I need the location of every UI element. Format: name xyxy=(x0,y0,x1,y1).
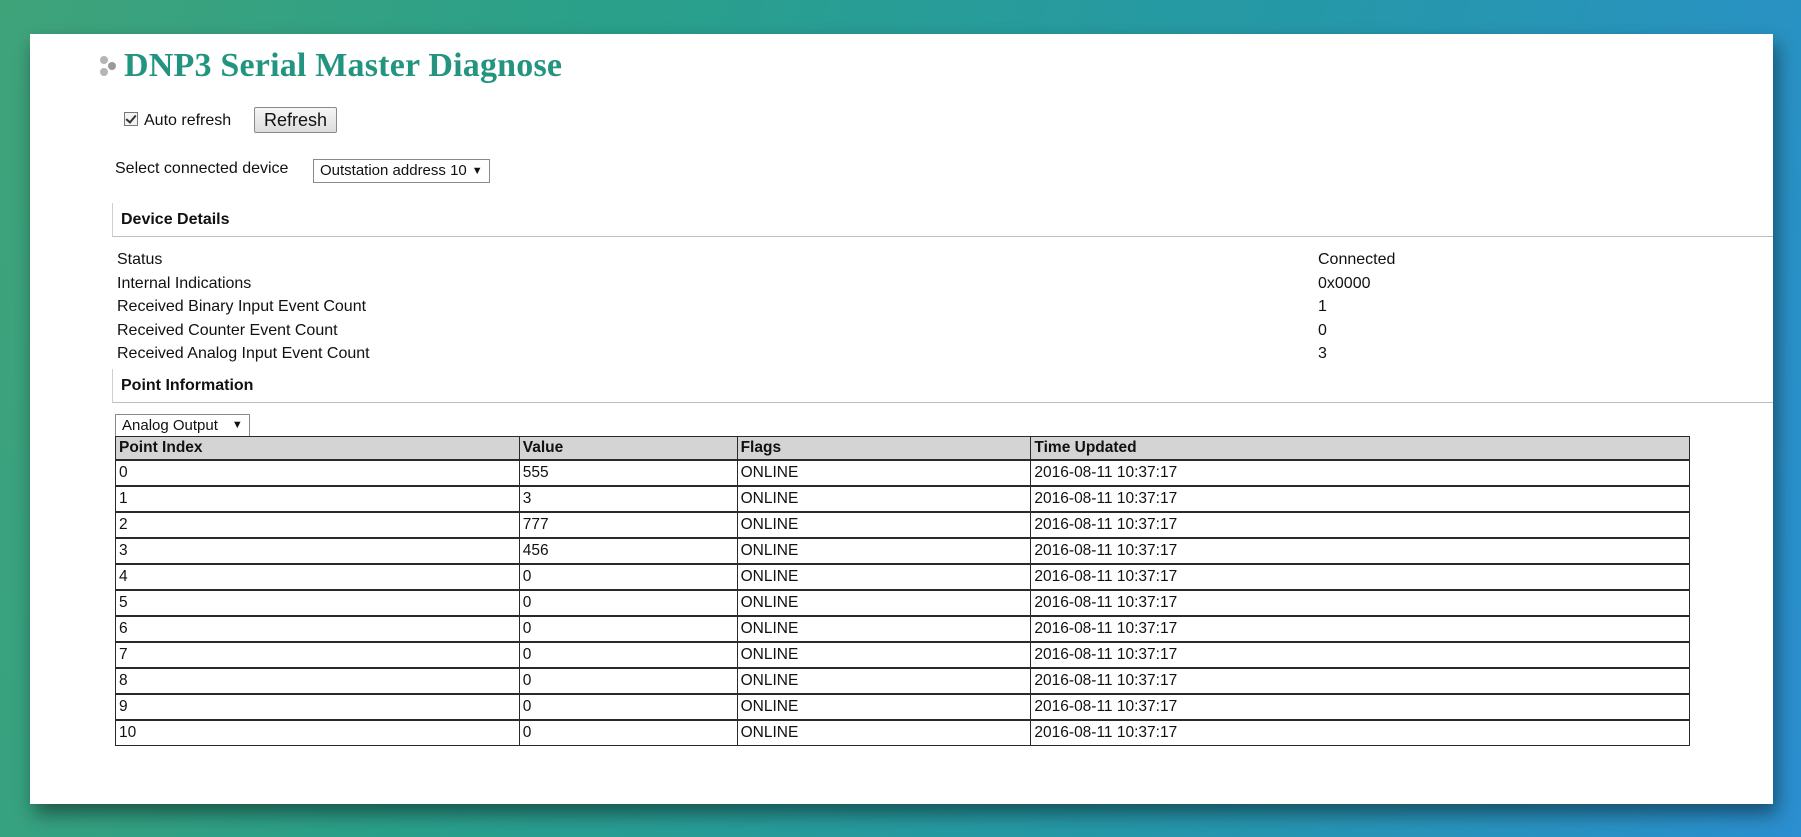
detail-value: 3 xyxy=(1318,345,1327,362)
table-cell: 2016-08-11 10:37:17 xyxy=(1030,692,1690,720)
table-cell: 2016-08-11 10:37:17 xyxy=(1030,588,1690,616)
table-cell: 2016-08-11 10:37:17 xyxy=(1030,718,1690,746)
detail-row: Status Connected xyxy=(117,248,1417,272)
detail-label: Received Binary Input Event Count xyxy=(117,298,367,315)
table-cell: 6 xyxy=(115,614,520,642)
table-cell: 456 xyxy=(518,536,738,564)
column-header: Time Updated xyxy=(1030,436,1690,461)
table-row: 3 456 ONLINE 2016-08-11 10:37:17 xyxy=(115,536,1690,564)
device-select[interactable]: Outstation address 10 ▼ xyxy=(313,159,490,183)
point-information-header: Point Information xyxy=(112,369,1773,403)
table-cell: 555 xyxy=(518,458,738,486)
auto-refresh-checkbox[interactable] xyxy=(124,112,138,126)
device-select-value: Outstation address 10 xyxy=(320,162,467,179)
table-cell: 2016-08-11 10:37:17 xyxy=(1030,666,1690,694)
table-cell: 3 xyxy=(518,484,738,512)
table-cell: ONLINE xyxy=(736,666,1032,694)
table-row: 6 0 ONLINE 2016-08-11 10:37:17 xyxy=(115,614,1690,642)
detail-value: Connected xyxy=(1318,251,1396,268)
auto-refresh-label: Auto refresh xyxy=(144,112,232,129)
table-cell: 2016-08-11 10:37:17 xyxy=(1030,562,1690,590)
page-title: DNP3 Serial Master Diagnose xyxy=(98,44,562,88)
device-details-header: Device Details xyxy=(112,203,1773,237)
dots-icon xyxy=(98,51,120,81)
table-cell: 2016-08-11 10:37:17 xyxy=(1030,458,1690,486)
table-row: 8 0 ONLINE 2016-08-11 10:37:17 xyxy=(115,666,1690,694)
table-cell: 7 xyxy=(115,640,520,668)
table-cell: 0 xyxy=(518,614,738,642)
column-header: Value xyxy=(518,436,738,461)
table-cell: ONLINE xyxy=(736,614,1032,642)
table-cell: 1 xyxy=(115,484,520,512)
point-type-select-value: Analog Output xyxy=(122,417,218,434)
auto-refresh-control[interactable]: Auto refresh xyxy=(124,112,231,130)
column-header: Flags xyxy=(736,436,1032,461)
detail-row: Received Binary Input Event Count 1 xyxy=(117,295,1417,319)
point-table: Point Index Value Flags Time Updated 0 555 ON… xyxy=(115,436,1690,746)
table-cell: 9 xyxy=(115,692,520,720)
detail-label: Status xyxy=(117,251,163,268)
detail-value: 0 xyxy=(1318,321,1327,339)
detail-value: 1 xyxy=(1318,298,1327,315)
table-cell: ONLINE xyxy=(736,588,1032,616)
table-cell: 2016-08-11 10:37:17 xyxy=(1030,614,1690,642)
table-cell: 2016-08-11 10:37:17 xyxy=(1030,484,1690,512)
table-row: 0 555 ONLINE 2016-08-11 10:37:17 xyxy=(115,458,1690,486)
caret-down-icon: ▼ xyxy=(231,419,243,431)
main-panel: DNP3 Serial Master Diagnose Auto refresh… xyxy=(30,34,1773,804)
detail-row: Received Counter Event Count 0 xyxy=(117,319,1417,343)
device-select-label: Select connected device xyxy=(115,160,289,177)
table-cell: 0 xyxy=(518,562,738,590)
detail-label: Received Counter Event Count xyxy=(117,321,338,339)
table-cell: ONLINE xyxy=(736,458,1032,486)
detail-row: Received Analog Input Event Count 3 xyxy=(117,342,1417,366)
table-cell: 3 xyxy=(115,536,520,564)
table-row: 7 0 ONLINE 2016-08-11 10:37:17 xyxy=(115,640,1690,668)
table-cell: ONLINE xyxy=(736,484,1032,512)
refresh-button[interactable]: Refresh xyxy=(254,107,338,133)
detail-label: Received Analog Input Event Count xyxy=(117,345,370,362)
table-cell: ONLINE xyxy=(736,718,1032,746)
table-cell: ONLINE xyxy=(736,562,1032,590)
table-cell: ONLINE xyxy=(736,536,1032,564)
table-cell: 4 xyxy=(115,562,520,590)
table-cell: 2016-08-11 10:37:17 xyxy=(1030,510,1690,538)
table-cell: ONLINE xyxy=(736,692,1032,720)
detail-row: Internal Indications 0x0000 xyxy=(117,272,1417,296)
table-cell: ONLINE xyxy=(736,510,1032,538)
column-header: Point Index xyxy=(115,436,520,461)
caret-down-icon: ▼ xyxy=(471,165,483,177)
table-row: 10 0 ONLINE 2016-08-11 10:37:17 xyxy=(115,718,1690,746)
table-cell: 0 xyxy=(518,666,738,694)
table-cell: 2016-08-11 10:37:17 xyxy=(1030,536,1690,564)
detail-label: Internal Indications xyxy=(117,274,252,292)
table-row: 2 777 ONLINE 2016-08-11 10:37:17 xyxy=(115,510,1690,538)
table-cell: 0 xyxy=(518,588,738,616)
point-type-select[interactable]: Analog Output ▼ xyxy=(115,414,250,437)
table-row: 9 0 ONLINE 2016-08-11 10:37:17 xyxy=(115,692,1690,720)
table-row: 4 0 ONLINE 2016-08-11 10:37:17 xyxy=(115,562,1690,590)
table-row: 1 3 ONLINE 2016-08-11 10:37:17 xyxy=(115,484,1690,512)
table-cell: 10 xyxy=(115,718,520,746)
table-cell: 0 xyxy=(518,692,738,720)
page-title-text: DNP3 Serial Master Diagnose xyxy=(124,47,563,84)
table-cell: 8 xyxy=(115,666,520,694)
table-cell: ONLINE xyxy=(736,640,1032,668)
table-cell: 2016-08-11 10:37:17 xyxy=(1030,640,1690,668)
detail-value: 0x0000 xyxy=(1318,274,1371,292)
table-header-row: Point Index Value Flags Time Updated xyxy=(115,436,1690,461)
table-cell: 0 xyxy=(115,458,520,486)
table-cell: 2 xyxy=(115,510,520,538)
table-cell: 5 xyxy=(115,588,520,616)
table-cell: 0 xyxy=(518,718,738,746)
table-cell: 777 xyxy=(518,510,738,538)
table-row: 5 0 ONLINE 2016-08-11 10:37:17 xyxy=(115,588,1690,616)
table-cell: 0 xyxy=(518,640,738,668)
device-details: Status Connected Internal Indications 0x000… xyxy=(117,248,1417,366)
